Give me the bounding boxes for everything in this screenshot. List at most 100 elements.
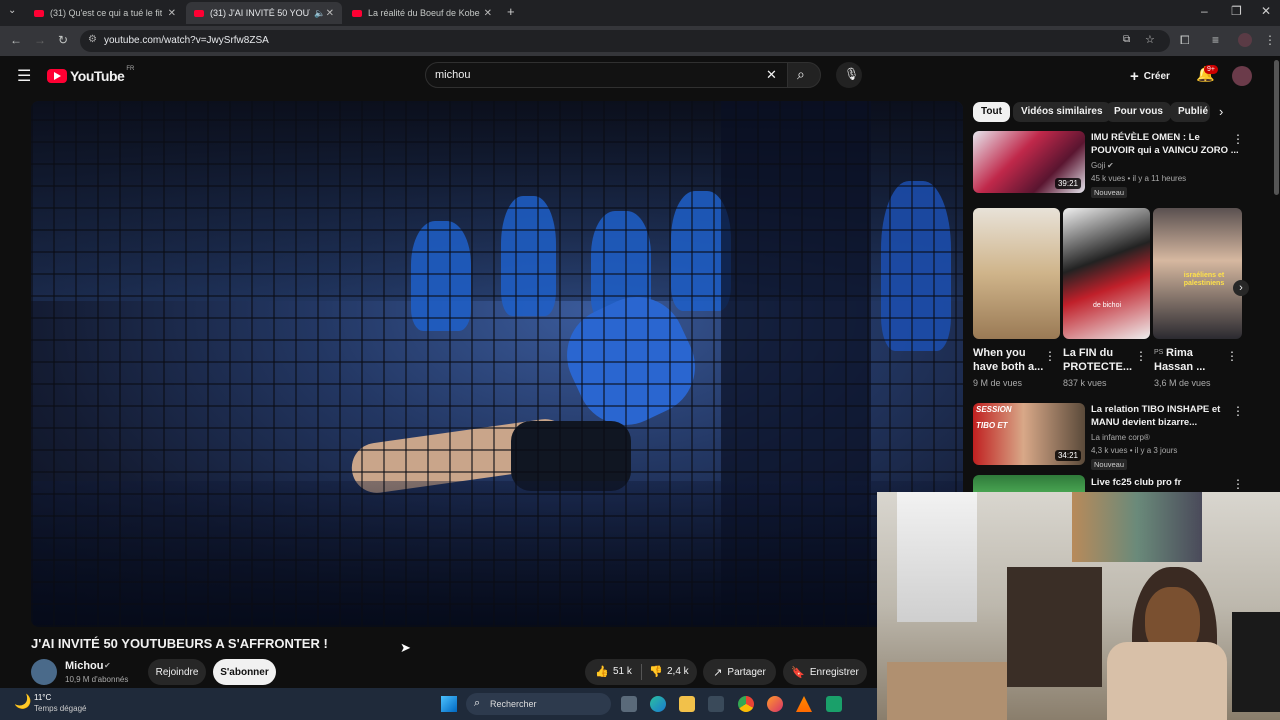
video-player[interactable]	[31, 101, 963, 627]
chip-similar[interactable]: Vidéos similaires	[1013, 102, 1111, 122]
task-view-icon[interactable]	[621, 696, 637, 712]
short-title-line2[interactable]: PROTECTE...	[1063, 360, 1132, 374]
related-meta: 45 k vues • il y a 11 heures	[1091, 174, 1187, 183]
audio-playing-icon[interactable]: 🔈	[314, 8, 325, 19]
thumbs-down-icon[interactable]: 👎	[649, 665, 663, 678]
like-count[interactable]: 51 k	[613, 666, 632, 677]
account-avatar[interactable]	[1232, 66, 1252, 86]
minimize-icon[interactable]: –	[1201, 4, 1208, 18]
media-control-icon[interactable]: ≡	[1212, 33, 1219, 47]
short-views: 9 M de vues	[973, 378, 1023, 388]
chevron-right-icon[interactable]: ›	[1219, 104, 1223, 119]
related-title-line1[interactable]: IMU RÉVÈLE OMEN : Le	[1091, 131, 1200, 144]
site-info-icon[interactable]: ⚙	[88, 34, 97, 45]
page-scrollbar[interactable]	[1274, 60, 1279, 195]
short-title-line2[interactable]: have both a...	[973, 360, 1043, 374]
more-options-icon[interactable]: ⋮	[1226, 349, 1238, 363]
search-button[interactable]: ⌕	[787, 62, 821, 88]
install-app-icon[interactable]: ⧉	[1123, 34, 1130, 45]
windows-start-icon[interactable]	[441, 696, 457, 712]
file-explorer-icon[interactable]	[679, 696, 695, 712]
firefox-icon[interactable]	[767, 696, 783, 712]
related-title-line2[interactable]: MANU devient bizarre...	[1091, 416, 1197, 429]
short-title-line1[interactable]: La FIN du	[1063, 346, 1113, 360]
save-label: Enregistrer	[809, 666, 859, 678]
related-channel[interactable]: La infame corp®	[1091, 432, 1150, 444]
chip-for-you[interactable]: Pour vous	[1106, 102, 1171, 122]
extensions-icon[interactable]: ⧠	[1180, 33, 1190, 48]
back-icon[interactable]: ←	[10, 33, 22, 47]
tab-3[interactable]: La réalité du Boeuf de Kobe jap ✕	[344, 2, 500, 24]
short-thumbnail[interactable]	[973, 208, 1060, 339]
cage-net	[31, 101, 963, 627]
short-title-line2[interactable]: Hassan ...	[1154, 360, 1205, 374]
create-label: Créer	[1143, 71, 1170, 82]
more-options-icon[interactable]: ⋮	[1044, 349, 1056, 363]
short-title-line1[interactable]: Rima	[1166, 346, 1193, 360]
search-box[interactable]: michou ✕	[425, 62, 788, 88]
save-button[interactable]: 🔖 Enregistrer	[783, 659, 867, 685]
microsoft-store-icon[interactable]	[708, 696, 724, 712]
more-options-icon[interactable]: ⋮	[1232, 477, 1244, 491]
related-title-line2[interactable]: POUVOIR qui a VAINCU ZORO ...	[1091, 144, 1239, 157]
subscribe-button[interactable]: S'abonner	[213, 659, 276, 685]
chip-published[interactable]: Publié	[1170, 102, 1210, 122]
vlc-icon[interactable]	[796, 696, 812, 712]
browser-menu-icon[interactable]: ⋮	[1264, 33, 1276, 47]
close-tab-icon[interactable]: ✕	[484, 8, 492, 19]
search-icon: ⌕	[797, 66, 805, 82]
hamburger-menu-icon[interactable]: ☰	[17, 66, 31, 86]
search-input[interactable]: michou	[435, 69, 470, 81]
related-title-line1[interactable]: La relation TIBO INSHAPE et	[1091, 403, 1220, 416]
related-thumbnail[interactable]: SESSION TIBO ET 34:21	[973, 403, 1085, 465]
short-title-line1[interactable]: When you	[973, 346, 1026, 360]
chrome-icon[interactable]	[738, 696, 754, 712]
clear-search-icon[interactable]: ✕	[766, 67, 777, 83]
profile-avatar[interactable]	[1238, 33, 1252, 47]
dislike-count[interactable]: 2,4 k	[667, 666, 689, 677]
divider	[641, 664, 642, 680]
weather-text[interactable]: Temps dégagé	[34, 704, 86, 713]
forward-icon[interactable]: →	[34, 33, 46, 47]
related-thumbnail[interactable]: 39:21	[973, 131, 1085, 193]
shorts-next-icon[interactable]: ›	[1233, 280, 1249, 296]
more-options-icon[interactable]: ⋮	[1232, 132, 1244, 146]
tab-2[interactable]: (31) J'AI INVITÉ 50 YOUTUBE 🔈 ✕	[186, 2, 342, 24]
related-title-line1[interactable]: Live fc25 club pro fr	[1091, 476, 1181, 489]
create-button[interactable]: + Créer	[1130, 68, 1170, 85]
wall-posters	[1072, 492, 1202, 562]
subscriber-count: 10,9 M d'abonnés	[65, 675, 129, 684]
join-button[interactable]: Rejoindre	[148, 659, 206, 685]
taskbar-search[interactable]: ⌕ Rechercher	[466, 693, 611, 715]
tab-1[interactable]: (31) Qu'est ce qui a tué le fitgay ✕	[26, 2, 184, 24]
bookmark-star-icon[interactable]: ☆	[1145, 33, 1155, 46]
tab-search-icon[interactable]: ⌄	[8, 5, 16, 16]
more-options-icon[interactable]: ⋮	[1135, 349, 1147, 363]
related-channel[interactable]: Goji	[1091, 160, 1105, 172]
new-tab-icon[interactable]: +	[507, 4, 515, 19]
app-icon[interactable]	[826, 696, 842, 712]
thumbs-up-icon[interactable]: 👍	[595, 665, 609, 678]
address-bar[interactable]: ⚙ youtube.com/watch?v=JwySrfw8ZSA ⧉ ☆	[80, 30, 1170, 52]
close-tab-icon[interactable]: ✕	[168, 8, 176, 19]
youtube-logo[interactable]: YouTube FR	[47, 66, 134, 84]
close-tab-icon[interactable]: ✕	[326, 8, 334, 19]
chip-all[interactable]: Tout	[973, 102, 1010, 122]
voice-search-button[interactable]: 🎙	[836, 62, 862, 88]
more-options-icon[interactable]: ⋮	[1232, 404, 1244, 418]
weather-icon[interactable]: 🌙	[14, 693, 31, 710]
channel-avatar[interactable]	[31, 659, 57, 685]
notification-count-badge: 9+	[1204, 65, 1218, 74]
temperature[interactable]: 11°C	[34, 693, 51, 702]
search-icon: ⌕	[474, 697, 481, 709]
close-window-icon[interactable]: ✕	[1261, 4, 1271, 18]
channel-name[interactable]: Michou	[65, 660, 104, 672]
share-icon: ↗	[713, 666, 723, 679]
reload-icon[interactable]: ↻	[58, 33, 68, 47]
maximize-icon[interactable]: ❐	[1231, 4, 1242, 18]
short-thumbnail[interactable]: de bichoi	[1063, 208, 1150, 339]
edge-browser-icon[interactable]	[650, 696, 666, 712]
related-meta: 4,3 k vues • il y a 3 jours	[1091, 446, 1178, 455]
short-thumbnail[interactable]: israéliens et palestiniens	[1153, 208, 1242, 339]
share-button[interactable]: ↗ Partager	[703, 659, 776, 685]
